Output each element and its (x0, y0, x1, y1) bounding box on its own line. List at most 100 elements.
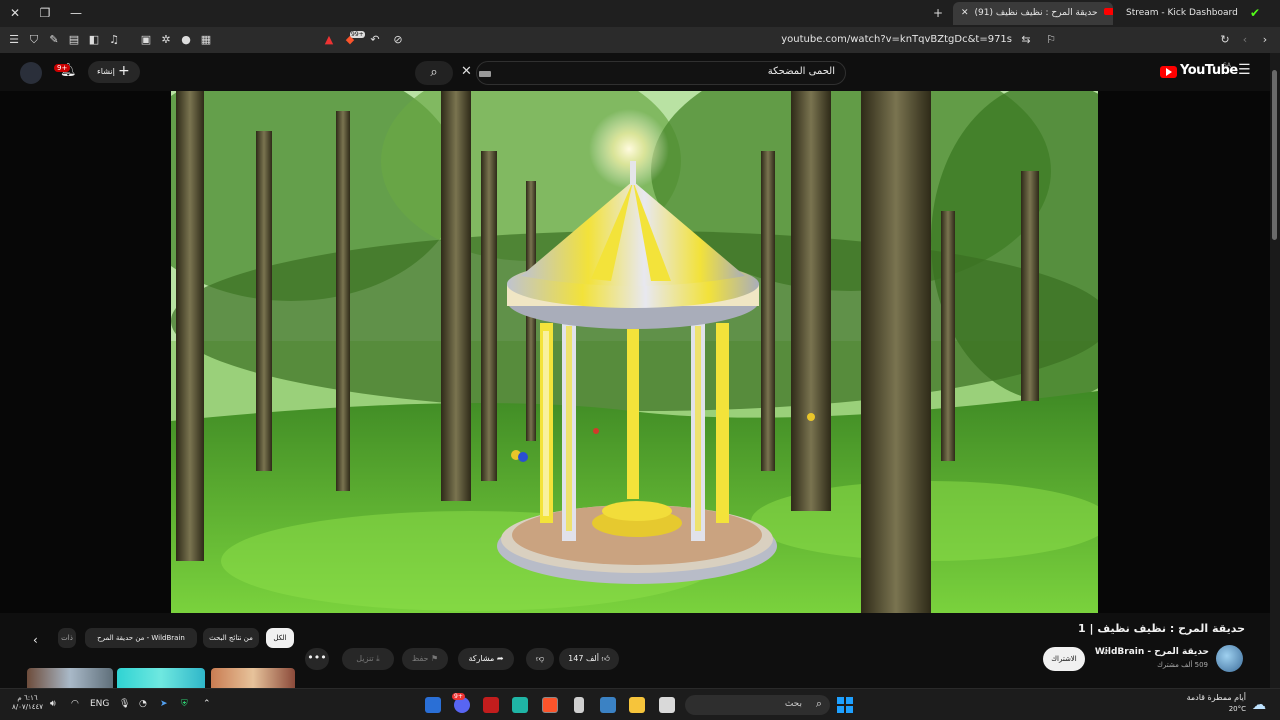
chip-channel[interactable]: من حديقة المرح - WildBrain (85, 628, 197, 648)
store-icon[interactable] (600, 697, 616, 713)
bookmark-icon[interactable]: ⚐ (1043, 32, 1059, 48)
thumbnail-3[interactable] (211, 668, 295, 688)
clear-search-icon[interactable]: ✕ (461, 64, 472, 79)
avatar[interactable] (20, 62, 42, 84)
keyboard-icon[interactable] (479, 71, 491, 77)
media-app-icon[interactable] (483, 697, 499, 713)
triangle-icon[interactable]: ▲ (321, 32, 337, 48)
no-script-icon[interactable]: ⊘ (390, 32, 406, 48)
clock[interactable]: ٦:١٦ م ٨/٠٧/١٤٤٧ (12, 694, 43, 712)
window-title-bar: ✕ ❐ — + ✕ (91) حديقة المرح : نظيف نظيف S… (0, 0, 1280, 27)
task-view-icon[interactable] (659, 697, 675, 713)
restore-window-icon[interactable]: ❐ (35, 4, 55, 22)
taskbar: ٦:١٦ م ٨/٠٧/١٤٤٧ 🔊︎ ◠ ENG 🎙︎ ◔ ➤ ⛨ ⌃ 9+ … (0, 688, 1280, 720)
video-frame[interactable] (171, 91, 1098, 613)
back-icon[interactable]: ‹ (1237, 32, 1253, 48)
forest-gazebo-scene (171, 91, 1098, 613)
search-icon: ⌕ (430, 65, 438, 80)
tab-close-icon[interactable]: ✕ (961, 2, 969, 25)
show-hidden-icons[interactable]: ⌃ (203, 699, 211, 709)
video-player[interactable] (0, 91, 1270, 613)
address-bar[interactable]: youtube.com/watch?v=knTqvBZtgDc&t=971s (780, 32, 1012, 48)
clock-time: ٦:١٦ م (17, 694, 38, 702)
weather-text[interactable]: أيام ممطرة قادمة (1187, 693, 1246, 702)
search-box[interactable]: ✕ الحمى المضحكة (461, 61, 846, 85)
plus-icon: + (118, 63, 130, 79)
like-count: 147 ألف (568, 654, 599, 663)
refresh-icon[interactable]: ↶ (367, 32, 383, 48)
shield-icon[interactable]: ⛉ (26, 32, 42, 48)
windows-start-icon[interactable] (837, 697, 853, 713)
reload-icon[interactable]: ↻ (1217, 32, 1233, 48)
sidebar-icon[interactable]: ◧ (86, 32, 102, 48)
share-button[interactable]: مشاركة ➦ (458, 648, 514, 670)
adblock-badge: 99+ (350, 31, 365, 38)
wifi-icon[interactable]: ◠ (71, 699, 79, 709)
tab-kick-label: Stream - Kick Dashboard (1126, 8, 1238, 18)
notification-badge: 9+ (54, 64, 71, 72)
weather-cloud-icon[interactable]: ☁ (1252, 697, 1266, 713)
chip-search-results[interactable]: من نتائج البحث (203, 628, 259, 648)
tabs-icon[interactable]: ▤ (66, 32, 82, 48)
tab-kick[interactable]: Stream - Kick Dashboard (1118, 2, 1243, 25)
verified-icon: ✔ (1103, 648, 1110, 657)
dislike-button[interactable]: 👎︎ (526, 648, 554, 670)
tab-youtube[interactable]: ✕ (91) حديقة المرح : نظيف نظيف (953, 2, 1113, 25)
channel-avatar[interactable] (1216, 645, 1243, 672)
clock-date: ٨/٠٧/١٤٤٧ (12, 703, 44, 711)
tray-app-icon[interactable]: ◔ (139, 699, 147, 709)
chip-more[interactable]: ذات (58, 628, 76, 648)
scrollbar-thumb[interactable] (1272, 70, 1277, 240)
subscribe-button[interactable]: الاشتراك (1043, 647, 1085, 671)
minimize-window-icon[interactable]: — (66, 4, 86, 22)
chip-all[interactable]: الكل (266, 628, 294, 648)
mouse-app-icon[interactable] (574, 697, 584, 713)
telegram-tray-icon[interactable]: ➤ (160, 699, 168, 709)
download-label: تنزيل (356, 654, 374, 663)
subscriber-count: 509 ألف مشترك (1157, 661, 1208, 669)
search-button[interactable]: ⌕ (415, 61, 453, 85)
chips-left-arrow-icon[interactable]: ‹ (33, 633, 38, 647)
region-code: SA (1223, 62, 1232, 69)
brave-browser-icon[interactable] (542, 697, 558, 713)
close-window-icon[interactable]: ✕ (5, 4, 25, 22)
screenshot-icon[interactable]: ▣ (138, 32, 154, 48)
share-icon: ➦ (496, 654, 504, 663)
discord-badge: 9+ (452, 693, 465, 700)
share-label: مشاركة (468, 654, 495, 663)
microphone-icon[interactable]: 🎙︎ (119, 699, 130, 709)
new-tab-icon[interactable]: + (928, 4, 948, 22)
like-button[interactable]: 147 ألف 👍︎ (559, 648, 619, 670)
thumbs-up-icon: 👍︎ (601, 654, 610, 663)
download-button[interactable]: تنزيل ⤓ (342, 648, 394, 670)
more-actions-icon[interactable]: ••• (305, 648, 329, 670)
search-input[interactable]: الحمى المضحكة (768, 66, 835, 77)
youtube-favicon-icon (1104, 8, 1113, 15)
chat-app-icon[interactable] (512, 697, 528, 713)
create-button[interactable]: + إنشاء (88, 61, 140, 83)
music-icon[interactable]: ♫ (106, 32, 122, 48)
search-icon: ⌕ (815, 697, 822, 710)
cookie-icon[interactable]: ● (178, 32, 194, 48)
wallet-icon[interactable]: ▦ (198, 32, 214, 48)
shield-tray-icon[interactable]: ⛨ (181, 699, 188, 709)
thumbnail-1[interactable] (27, 668, 113, 688)
youtube-logo-icon[interactable] (1160, 66, 1177, 78)
menu-icon[interactable]: ☰ (6, 32, 22, 48)
extensions-icon[interactable]: ✲ (158, 32, 174, 48)
steam-icon[interactable] (425, 697, 441, 713)
video-title: حديقة المرح : نظيف نظيف | 1 (1078, 622, 1245, 635)
guide-menu-icon[interactable]: ☰ (1238, 62, 1251, 78)
channel-name[interactable]: حديقة المرح - WildBrain (1095, 647, 1209, 657)
tune-icon[interactable]: ⇆ (1018, 32, 1034, 48)
taskbar-search-box[interactable]: ⌕ بحث (685, 695, 830, 715)
language-indicator[interactable]: ENG (90, 699, 109, 709)
pin-icon[interactable]: ✎ (46, 32, 62, 48)
speaker-icon[interactable]: 🔊︎ (50, 699, 56, 709)
forward-icon[interactable]: › (1257, 32, 1273, 48)
save-button[interactable]: حفظ ⚑ (402, 648, 448, 670)
thumbnail-2[interactable] (117, 668, 205, 688)
file-explorer-icon[interactable] (629, 697, 645, 713)
weather-temp[interactable]: 20°C (1229, 705, 1246, 713)
create-label: إنشاء (97, 67, 115, 76)
